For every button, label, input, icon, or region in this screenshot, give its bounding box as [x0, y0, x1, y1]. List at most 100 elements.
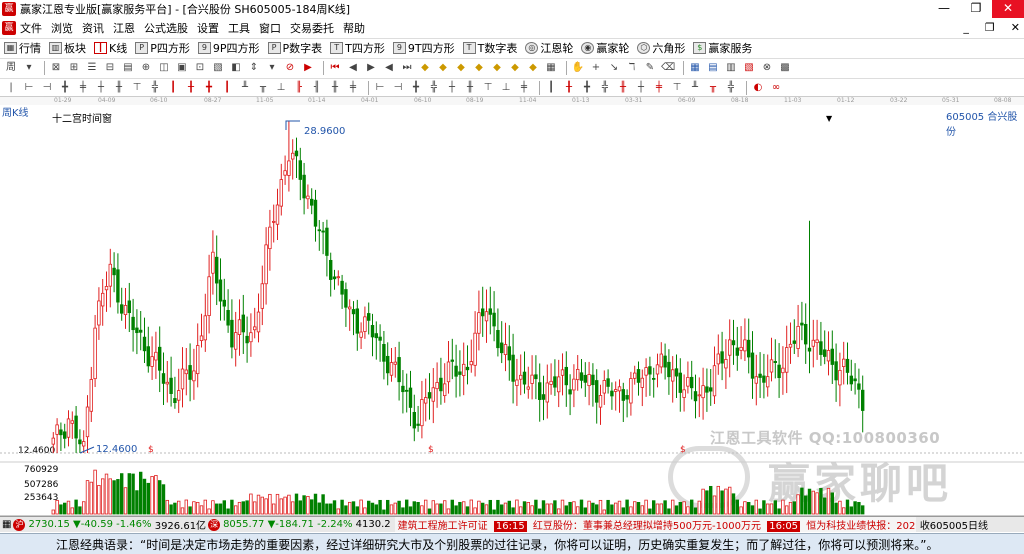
line-tool-9-icon[interactable]: ╬ — [148, 81, 162, 95]
config-icon[interactable]: ▩ — [778, 61, 792, 75]
draw-tool-4-icon[interactable]: ⊟ — [103, 61, 117, 75]
line-tool-14-icon[interactable]: ╨ — [238, 81, 252, 95]
flag-icon[interactable]: ▶ — [301, 61, 315, 75]
mdi-restore-button[interactable]: ❐ — [985, 21, 995, 34]
grid-tool-icon[interactable]: ▦ — [544, 61, 558, 75]
line-tool-16-icon[interactable]: ⊥ — [274, 81, 288, 95]
line-tool-22-icon[interactable]: ⊣ — [391, 81, 405, 95]
menu-file[interactable]: 文件 — [20, 20, 42, 36]
line-tool-8-icon[interactable]: ⊤ — [130, 81, 144, 95]
print-icon[interactable]: ▥ — [724, 61, 738, 75]
line-tool-25-icon[interactable]: ┼ — [445, 81, 459, 95]
line-tool-7-icon[interactable]: ╫ — [112, 81, 126, 95]
menu-news[interactable]: 资讯 — [82, 20, 104, 36]
diamond-4-icon[interactable]: ◆ — [472, 61, 486, 75]
draw-tool-13-icon[interactable]: ⊘ — [283, 61, 297, 75]
export-icon[interactable]: ▧ — [742, 61, 756, 75]
line-tool-2-icon[interactable]: ⊢ — [22, 81, 36, 95]
toolbar-kline[interactable]: ┃ K线 — [94, 40, 127, 56]
toolbar-gann-wheel[interactable]: ◎ 江恩轮 — [525, 40, 573, 56]
line-tool-23-icon[interactable]: ╋ — [409, 81, 423, 95]
draw-tool-1-icon[interactable]: ⊠ — [49, 61, 63, 75]
news-ticker[interactable]: 建筑工程施工许可证 16:15 红豆股份：董事兼总经理拟增持500万元-1000… — [394, 517, 935, 532]
diamond-2-icon[interactable]: ◆ — [436, 61, 450, 75]
draw-tool-2-icon[interactable]: ⊞ — [67, 61, 81, 75]
menu-gann[interactable]: 江恩 — [113, 20, 135, 36]
line-tool-24-icon[interactable]: ╬ — [427, 81, 441, 95]
infinity-icon[interactable]: ∞ — [769, 81, 783, 95]
line-tool-38-icon[interactable]: ╨ — [688, 81, 702, 95]
line-tool-19-icon[interactable]: ╫ — [328, 81, 342, 95]
brush-icon[interactable]: ✎ — [643, 61, 657, 75]
line-tool-10-icon[interactable]: ┃ — [166, 81, 180, 95]
hand-icon[interactable]: ✋ — [571, 61, 585, 75]
diamond-3-icon[interactable]: ◆ — [454, 61, 468, 75]
line-tool-18-icon[interactable]: ╢ — [310, 81, 324, 95]
line-tool-15-icon[interactable]: ╥ — [256, 81, 270, 95]
toolbar-winner-wheel[interactable]: ◉ 赢家轮 — [581, 40, 629, 56]
draw-tool-12-icon[interactable]: ⇕ — [247, 61, 261, 75]
line-tool-5-icon[interactable]: ╪ — [76, 81, 90, 95]
toolbar-sectors[interactable]: ▥ 板块 — [49, 40, 86, 56]
save-icon[interactable]: ▤ — [706, 61, 720, 75]
line-tool-29-icon[interactable]: ╪ — [517, 81, 531, 95]
mdi-close-button[interactable]: ✕ — [1011, 21, 1020, 34]
dropdown-icon[interactable]: ▾ — [22, 61, 36, 75]
line-tool-37-icon[interactable]: ⊤ — [670, 81, 684, 95]
line-tool-26-icon[interactable]: ╫ — [463, 81, 477, 95]
link-icon[interactable]: ⊗ — [760, 61, 774, 75]
line-tool-33-icon[interactable]: ╬ — [598, 81, 612, 95]
menu-trade[interactable]: 交易委托 — [290, 20, 334, 36]
toolbar-t-square[interactable]: T T四方形 — [330, 40, 385, 56]
line-tool-3-icon[interactable]: ⊣ — [40, 81, 54, 95]
toolbar-quotes[interactable]: ▦ 行情 — [4, 40, 41, 56]
calc-icon[interactable]: ▦ — [688, 61, 702, 75]
line-tool-40-icon[interactable]: ╬ — [724, 81, 738, 95]
draw-tool-3-icon[interactable]: ☰ — [85, 61, 99, 75]
arrow-icon[interactable]: ↘ — [607, 61, 621, 75]
line-tool-1-icon[interactable]: | — [4, 81, 18, 95]
line-tool-12-icon[interactable]: ╋ — [202, 81, 216, 95]
close-button[interactable]: ✕ — [992, 0, 1024, 18]
draw-tool-6-icon[interactable]: ⊕ — [139, 61, 153, 75]
sz-index[interactable]: 8055.77 — [223, 519, 264, 530]
diamond-5-icon[interactable]: ◆ — [490, 61, 504, 75]
toolbar-9t-square[interactable]: 9 9T四方形 — [392, 40, 455, 56]
diamond-1-icon[interactable]: ◆ — [418, 61, 432, 75]
draw-tool-7-icon[interactable]: ◫ — [157, 61, 171, 75]
line-tool-11-icon[interactable]: ╂ — [184, 81, 198, 95]
line-tool-32-icon[interactable]: ╋ — [580, 81, 594, 95]
menu-help[interactable]: 帮助 — [343, 20, 365, 36]
stop-icon[interactable]: ◐ — [751, 81, 765, 95]
toolbar-service[interactable]: $ 赢家服务 — [693, 40, 752, 56]
restore-button[interactable]: ❐ — [960, 0, 992, 18]
period-week-icon[interactable]: 周 — [4, 61, 18, 75]
draw-tool-10-icon[interactable]: ▧ — [211, 61, 225, 75]
eraser-icon[interactable]: ⌫ — [661, 61, 675, 75]
menu-browse[interactable]: 浏览 — [51, 20, 73, 36]
draw-tool-5-icon[interactable]: ▤ — [121, 61, 135, 75]
line-tool-35-icon[interactable]: ┼ — [634, 81, 648, 95]
diamond-6-icon[interactable]: ◆ — [508, 61, 522, 75]
draw-tool-9-icon[interactable]: ⊡ — [193, 61, 207, 75]
draw-tool-8-icon[interactable]: ▣ — [175, 61, 189, 75]
sh-index[interactable]: 2730.15 — [28, 519, 69, 530]
toolbar-t-table[interactable]: T T数字表 — [462, 40, 517, 56]
toolbar-hexagon[interactable]: ⬡ 六角形 — [637, 40, 685, 56]
line-tool-4-icon[interactable]: ╋ — [58, 81, 72, 95]
line-tool-21-icon[interactable]: ⊢ — [373, 81, 387, 95]
text-icon[interactable]: ℸ — [625, 61, 639, 75]
draw-tool-11-icon[interactable]: ◧ — [229, 61, 243, 75]
line-tool-34-icon[interactable]: ╫ — [616, 81, 630, 95]
line-tool-17-icon[interactable]: ╟ — [292, 81, 306, 95]
line-tool-27-icon[interactable]: ⊤ — [481, 81, 495, 95]
line-tool-31-icon[interactable]: ╂ — [562, 81, 576, 95]
diamond-7-icon[interactable]: ◆ — [526, 61, 540, 75]
menu-settings[interactable]: 设置 — [197, 20, 219, 36]
crosshair-icon[interactable]: + — [589, 61, 603, 75]
toolbar-9p-square[interactable]: 9 9P四方形 — [197, 40, 260, 56]
toolbar-p-table[interactable]: P P数字表 — [267, 40, 322, 56]
line-tool-39-icon[interactable]: ╥ — [706, 81, 720, 95]
line-tool-13-icon[interactable]: ┃ — [220, 81, 234, 95]
play-icon[interactable]: ▶ — [364, 61, 378, 75]
